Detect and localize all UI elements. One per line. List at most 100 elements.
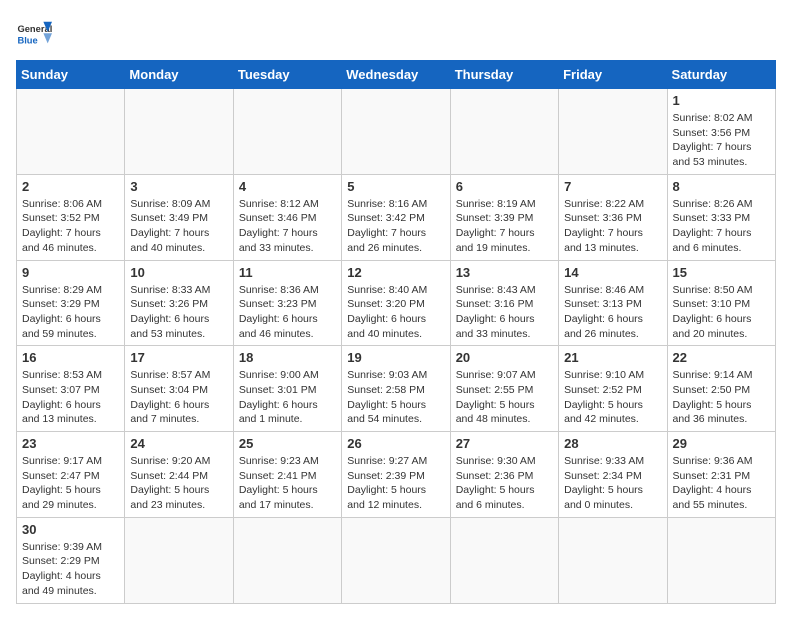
calendar-cell (450, 517, 558, 603)
day-info: Sunrise: 9:36 AM Sunset: 2:31 PM Dayligh… (673, 454, 770, 513)
day-header-monday: Monday (125, 61, 233, 89)
calendar-cell (559, 89, 667, 175)
calendar-cell: 9 Sunrise: 8:29 AM Sunset: 3:29 PM Daylig… (17, 260, 125, 346)
day-info: Sunrise: 8:09 AM Sunset: 3:49 PM Dayligh… (130, 197, 227, 256)
day-number: 9 (22, 265, 119, 280)
calendar-table: SundayMondayTuesdayWednesdayThursdayFrid… (16, 60, 776, 604)
calendar-cell: 21 Sunrise: 9:10 AM Sunset: 2:52 PM Dayli… (559, 346, 667, 432)
day-number: 27 (456, 436, 553, 451)
day-number: 21 (564, 350, 661, 365)
calendar-cell: 1Sunrise: 8:02 AM Sunset: 3:56 PM Daylig… (667, 89, 775, 175)
day-number: 2 (22, 179, 119, 194)
day-number: 22 (673, 350, 770, 365)
calendar-cell: 29 Sunrise: 9:36 AM Sunset: 2:31 PM Dayli… (667, 432, 775, 518)
calendar-cell: 16Sunrise: 8:53 AM Sunset: 3:07 PM Dayli… (17, 346, 125, 432)
day-info: Sunrise: 9:17 AM Sunset: 2:47 PM Dayligh… (22, 454, 119, 513)
day-info: Sunrise: 9:33 AM Sunset: 2:34 PM Dayligh… (564, 454, 661, 513)
day-info: Sunrise: 9:00 AM Sunset: 3:01 PM Dayligh… (239, 368, 336, 427)
calendar-cell: 8Sunrise: 8:26 AM Sunset: 3:33 PM Daylig… (667, 174, 775, 260)
calendar-week-row: 16Sunrise: 8:53 AM Sunset: 3:07 PM Dayli… (17, 346, 776, 432)
day-number: 4 (239, 179, 336, 194)
day-number: 14 (564, 265, 661, 280)
day-info: Sunrise: 8:46 AM Sunset: 3:13 PM Dayligh… (564, 283, 661, 342)
day-number: 1 (673, 93, 770, 108)
calendar-cell (342, 517, 450, 603)
day-header-tuesday: Tuesday (233, 61, 341, 89)
day-info: Sunrise: 8:12 AM Sunset: 3:46 PM Dayligh… (239, 197, 336, 256)
day-number: 30 (22, 522, 119, 537)
day-number: 6 (456, 179, 553, 194)
calendar-cell (450, 89, 558, 175)
calendar-cell: 6 Sunrise: 8:19 AM Sunset: 3:39 PM Daylig… (450, 174, 558, 260)
calendar-cell: 2 Sunrise: 8:06 AM Sunset: 3:52 PM Daylig… (17, 174, 125, 260)
day-number: 26 (347, 436, 444, 451)
calendar-cell: 25 Sunrise: 9:23 AM Sunset: 2:41 PM Dayli… (233, 432, 341, 518)
logo: General Blue (16, 16, 52, 52)
day-info: Sunrise: 9:03 AM Sunset: 2:58 PM Dayligh… (347, 368, 444, 427)
day-info: Sunrise: 9:27 AM Sunset: 2:39 PM Dayligh… (347, 454, 444, 513)
day-header-sunday: Sunday (17, 61, 125, 89)
calendar-cell: 19 Sunrise: 9:03 AM Sunset: 2:58 PM Dayli… (342, 346, 450, 432)
day-info: Sunrise: 8:29 AM Sunset: 3:29 PM Dayligh… (22, 283, 119, 342)
calendar-week-row: 9 Sunrise: 8:29 AM Sunset: 3:29 PM Daylig… (17, 260, 776, 346)
day-info: Sunrise: 8:50 AM Sunset: 3:10 PM Dayligh… (673, 283, 770, 342)
day-number: 3 (130, 179, 227, 194)
day-info: Sunrise: 8:16 AM Sunset: 3:42 PM Dayligh… (347, 197, 444, 256)
day-number: 20 (456, 350, 553, 365)
calendar-cell (233, 89, 341, 175)
day-number: 28 (564, 436, 661, 451)
day-info: Sunrise: 9:23 AM Sunset: 2:41 PM Dayligh… (239, 454, 336, 513)
calendar-cell (559, 517, 667, 603)
day-number: 29 (673, 436, 770, 451)
calendar-cell: 24Sunrise: 9:20 AM Sunset: 2:44 PM Dayli… (125, 432, 233, 518)
calendar-cell: 14 Sunrise: 8:46 AM Sunset: 3:13 PM Dayli… (559, 260, 667, 346)
day-number: 12 (347, 265, 444, 280)
day-number: 25 (239, 436, 336, 451)
day-info: Sunrise: 9:30 AM Sunset: 2:36 PM Dayligh… (456, 454, 553, 513)
calendar-cell: 15 Sunrise: 8:50 AM Sunset: 3:10 PM Dayli… (667, 260, 775, 346)
calendar-week-row: 2 Sunrise: 8:06 AM Sunset: 3:52 PM Daylig… (17, 174, 776, 260)
calendar-cell (342, 89, 450, 175)
day-number: 18 (239, 350, 336, 365)
calendar-cell: 26 Sunrise: 9:27 AM Sunset: 2:39 PM Dayli… (342, 432, 450, 518)
calendar-cell: 3 Sunrise: 8:09 AM Sunset: 3:49 PM Daylig… (125, 174, 233, 260)
svg-text:Blue: Blue (17, 35, 37, 45)
day-info: Sunrise: 8:19 AM Sunset: 3:39 PM Dayligh… (456, 197, 553, 256)
day-info: Sunrise: 9:14 AM Sunset: 2:50 PM Dayligh… (673, 368, 770, 427)
day-info: Sunrise: 8:33 AM Sunset: 3:26 PM Dayligh… (130, 283, 227, 342)
day-info: Sunrise: 9:20 AM Sunset: 2:44 PM Dayligh… (130, 454, 227, 513)
page-header: General Blue (16, 16, 776, 52)
day-info: Sunrise: 9:39 AM Sunset: 2:29 PM Dayligh… (22, 540, 119, 599)
day-number: 16 (22, 350, 119, 365)
calendar-cell: 12 Sunrise: 8:40 AM Sunset: 3:20 PM Dayli… (342, 260, 450, 346)
day-number: 5 (347, 179, 444, 194)
day-header-friday: Friday (559, 61, 667, 89)
calendar-cell: 28 Sunrise: 9:33 AM Sunset: 2:34 PM Dayli… (559, 432, 667, 518)
calendar-cell: 11Sunrise: 8:36 AM Sunset: 3:23 PM Dayli… (233, 260, 341, 346)
day-info: Sunrise: 8:06 AM Sunset: 3:52 PM Dayligh… (22, 197, 119, 256)
calendar-cell: 17Sunrise: 8:57 AM Sunset: 3:04 PM Dayli… (125, 346, 233, 432)
calendar-cell: 30 Sunrise: 9:39 AM Sunset: 2:29 PM Dayli… (17, 517, 125, 603)
day-number: 23 (22, 436, 119, 451)
calendar-week-row: 30 Sunrise: 9:39 AM Sunset: 2:29 PM Dayli… (17, 517, 776, 603)
day-number: 19 (347, 350, 444, 365)
day-number: 15 (673, 265, 770, 280)
day-info: Sunrise: 8:40 AM Sunset: 3:20 PM Dayligh… (347, 283, 444, 342)
day-header-thursday: Thursday (450, 61, 558, 89)
day-info: Sunrise: 9:07 AM Sunset: 2:55 PM Dayligh… (456, 368, 553, 427)
calendar-cell: 20 Sunrise: 9:07 AM Sunset: 2:55 PM Dayli… (450, 346, 558, 432)
day-number: 13 (456, 265, 553, 280)
calendar-cell (125, 517, 233, 603)
day-number: 7 (564, 179, 661, 194)
day-info: Sunrise: 9:10 AM Sunset: 2:52 PM Dayligh… (564, 368, 661, 427)
calendar-cell: 18 Sunrise: 9:00 AM Sunset: 3:01 PM Dayli… (233, 346, 341, 432)
calendar-cell: 4 Sunrise: 8:12 AM Sunset: 3:46 PM Daylig… (233, 174, 341, 260)
calendar-cell: 10Sunrise: 8:33 AM Sunset: 3:26 PM Dayli… (125, 260, 233, 346)
calendar-week-row: 23 Sunrise: 9:17 AM Sunset: 2:47 PM Dayli… (17, 432, 776, 518)
calendar-cell (125, 89, 233, 175)
calendar-header-row: SundayMondayTuesdayWednesdayThursdayFrid… (17, 61, 776, 89)
calendar-cell (17, 89, 125, 175)
calendar-cell: 7Sunrise: 8:22 AM Sunset: 3:36 PM Daylig… (559, 174, 667, 260)
calendar-cell: 22 Sunrise: 9:14 AM Sunset: 2:50 PM Dayli… (667, 346, 775, 432)
day-number: 17 (130, 350, 227, 365)
